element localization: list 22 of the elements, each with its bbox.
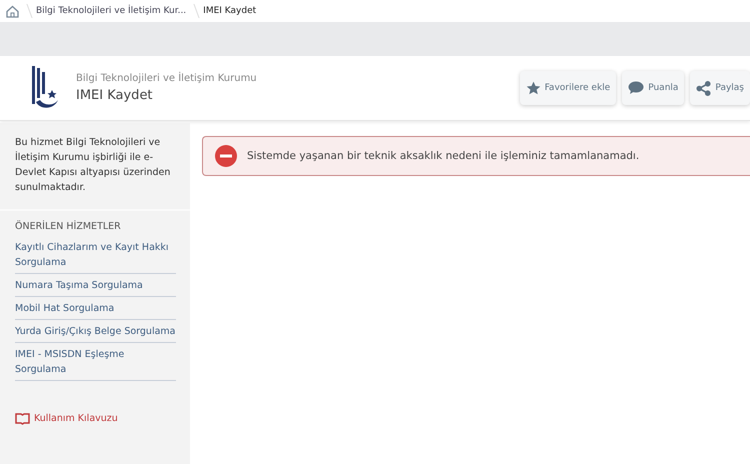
- share-icon: [696, 80, 712, 96]
- book-icon: [15, 412, 30, 424]
- service-link[interactable]: Yurda Giriş/Çıkış Belge Sorgulama: [15, 320, 176, 343]
- breadcrumb-current: IMEI Kaydet: [203, 6, 256, 16]
- share-button[interactable]: Paylaş: [690, 71, 750, 105]
- service-info-text: Bu hizmet Bilgi Teknolojileri ve İletişim Kurumu işbirliği ile e-Devlet Kapısı altyapısı üzerinden sunulmaktadır.: [0, 123, 190, 211]
- rate-button[interactable]: Puanla: [622, 71, 684, 105]
- home-icon[interactable]: [6, 4, 19, 18]
- organization-name: Bilgi Teknolojileri ve İletişim Kurumu: [76, 73, 257, 84]
- service-link[interactable]: IMEI - MSISDN Eşleşme Sorgulama: [15, 343, 176, 381]
- favorites-button[interactable]: Favorilere ekle: [520, 71, 616, 105]
- service-link[interactable]: Mobil Hat Sorgulama: [15, 297, 176, 320]
- section-heading: ÖNERİLEN HİZMETLER: [15, 221, 122, 232]
- user-guide-link[interactable]: Kullanım Kılavuzu: [15, 407, 190, 429]
- speech-bubble-icon: [628, 81, 644, 95]
- service-link[interactable]: Kayıtlı Cihazlarım ve Kayıt Hakkı Sorgulama: [15, 236, 176, 274]
- star-icon: [526, 80, 541, 96]
- breadcrumb-link[interactable]: Bilgi Teknolojileri ve İletişim Kur...: [36, 6, 186, 16]
- service-link[interactable]: Numara Taşıma Sorgulama: [15, 274, 176, 297]
- error-icon: [215, 145, 237, 167]
- error-message: Sistemde yaşanan bir teknik aksaklık nedeni ile işleminiz tamamlanamadı.: [247, 150, 640, 162]
- page-title: IMEI Kaydet: [76, 88, 154, 103]
